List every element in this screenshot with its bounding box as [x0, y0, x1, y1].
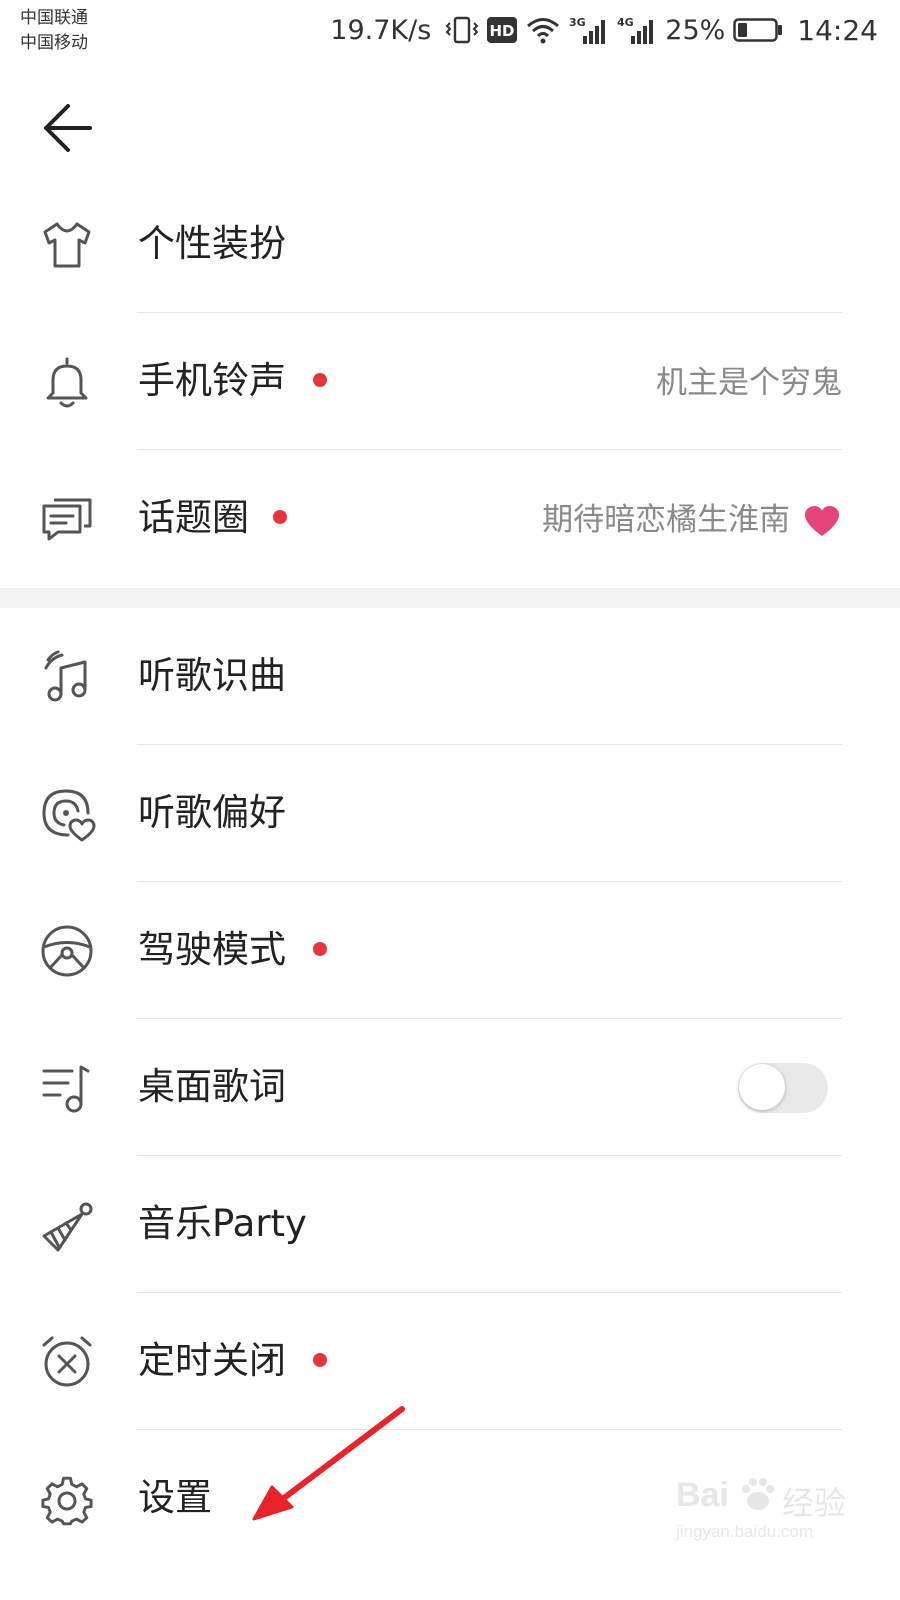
- new-badge-dot: [273, 510, 287, 524]
- annotation-arrow: [252, 1406, 405, 1521]
- watermark-brand-left: Bai: [676, 1476, 729, 1514]
- menu-item-label: 话题圈: [138, 496, 249, 539]
- menu-item-dress-up[interactable]: 个性装扮: [0, 176, 900, 313]
- vibrate-icon: [445, 16, 479, 44]
- new-badge-dot: [313, 1353, 327, 1367]
- battery-percent: 25%: [665, 14, 726, 46]
- status-indicators: 19.7K/s HD 3G 4G 25% 14:24: [330, 10, 878, 50]
- svg-text:4G: 4G: [617, 16, 634, 29]
- chat-bubble-icon: [42, 498, 92, 541]
- status-bar: 中国联通 中国移动 19.7K/s HD 3G 4G 25% 14:24: [0, 0, 900, 64]
- ringtone-current-value: 机主是个穷鬼: [656, 365, 842, 401]
- wifi-icon: [527, 18, 560, 44]
- menu-item-music-party[interactable]: 音乐Party: [0, 1156, 900, 1293]
- party-hat-icon: [42, 1202, 93, 1252]
- watermark-url: jingyan.baidu.com: [676, 1522, 814, 1541]
- toggle-knob: [739, 1064, 785, 1110]
- menu-item-label: 定时关闭: [138, 1339, 286, 1382]
- baidu-watermark: Bai 经验 jingyan.baidu.com: [676, 1470, 856, 1560]
- carrier-secondary: 中国移动: [20, 33, 88, 53]
- tshirt-icon: [43, 222, 91, 268]
- steering-wheel-icon: [41, 925, 93, 977]
- section-separator: [0, 588, 900, 608]
- menu-item-label: 桌面歌词: [138, 1065, 286, 1108]
- gear-icon: [41, 1476, 93, 1526]
- menu-item-label: 个性装扮: [138, 222, 286, 265]
- paw-icon: [742, 1478, 774, 1510]
- carrier-primary: 中国联通: [20, 8, 88, 28]
- heart-icon: [805, 505, 839, 536]
- topic-circle-text: 期待暗恋橘生淮南: [542, 502, 791, 538]
- menu-item-label: 驾驶模式: [138, 928, 286, 971]
- battery-fill: [738, 23, 748, 37]
- topic-circle-value: 期待暗恋橘生淮南: [542, 500, 840, 540]
- lyrics-icon: [42, 1065, 90, 1113]
- clock: 14:24: [797, 13, 878, 47]
- new-badge-dot: [313, 373, 327, 387]
- bell-icon: [46, 357, 88, 408]
- menu-item-ringtone[interactable]: 手机铃声 机主是个穷鬼: [0, 313, 900, 450]
- menu-item-label: 设置: [138, 1476, 212, 1519]
- music-recognition-icon: [44, 650, 87, 702]
- menu-item-label: 音乐Party: [138, 1202, 307, 1245]
- new-badge-dot: [313, 942, 327, 956]
- menu-item-listening-preference[interactable]: 听歌偏好: [0, 745, 900, 882]
- hd-badge: HD: [487, 17, 518, 43]
- menu-item-label: 手机铃声: [138, 359, 286, 402]
- desktop-lyrics-toggle[interactable]: [738, 1063, 828, 1113]
- menu-item-desktop-lyrics[interactable]: 桌面歌词: [0, 1019, 900, 1156]
- svg-text:3G: 3G: [569, 16, 586, 29]
- menu-item-sleep-timer[interactable]: 定时关闭: [0, 1293, 900, 1430]
- menu-item-label: 听歌偏好: [138, 791, 286, 834]
- svg-text:HD: HD: [490, 22, 515, 40]
- network-speed: 19.7K/s: [330, 14, 432, 46]
- alarm-clock-icon: [42, 1336, 92, 1387]
- watermark-brand-right: 经验: [782, 1485, 847, 1521]
- battery-icon: [733, 18, 783, 42]
- menu-item-topic-circle[interactable]: 话题圈 期待暗恋橘生淮南: [0, 450, 900, 587]
- menu-item-label: 听歌识曲: [138, 654, 286, 697]
- preference-heart-icon: [42, 789, 96, 842]
- carrier-labels: 中国联通 中国移动: [20, 6, 88, 56]
- signal-4g-icon: 4G: [617, 16, 654, 44]
- menu-item-song-recognition[interactable]: 听歌识曲: [0, 608, 900, 745]
- arrow-left-icon: [44, 104, 92, 152]
- signal-3g-icon: 3G: [569, 16, 606, 44]
- menu-item-driving-mode[interactable]: 驾驶模式: [0, 882, 900, 1019]
- back-button[interactable]: [38, 100, 98, 156]
